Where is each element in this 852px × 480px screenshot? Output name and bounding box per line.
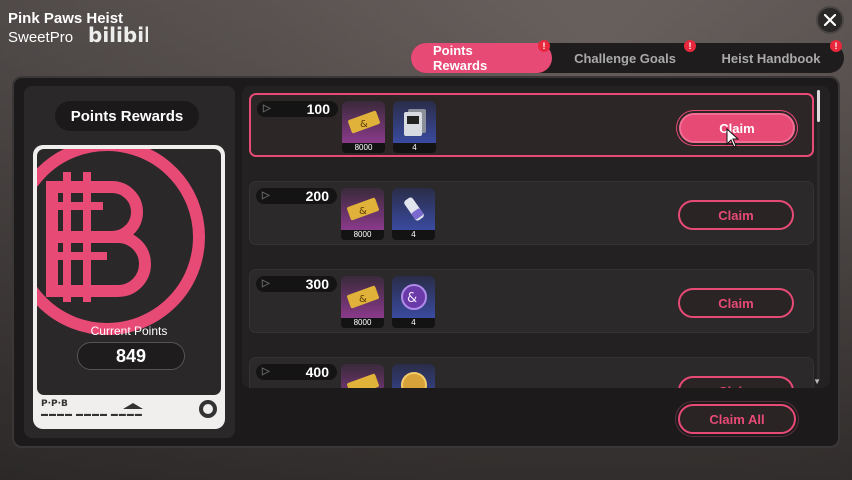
card-pack-icon <box>393 101 436 143</box>
reward-item[interactable]: & 4 <box>392 276 435 328</box>
svg-text:&: & <box>359 206 367 217</box>
card-face: Current Points 849 <box>37 149 221 395</box>
denny-ticket-icon <box>341 364 384 388</box>
event-subtitle: SweetPro <box>8 29 74 46</box>
tab-points-rewards[interactable]: Points Rewards ! <box>411 40 552 73</box>
denny-ticket-icon: & <box>341 276 384 318</box>
svg-text:bilibili: bilibili <box>88 23 148 47</box>
tube-material-icon <box>392 188 435 230</box>
card-brand: P·P·B <box>41 399 68 409</box>
denny-ticket-icon: & <box>341 188 384 230</box>
scrollbar[interactable] <box>817 90 820 380</box>
bilibili-watermark-logo: bilibili <box>88 23 148 47</box>
reward-row: ▷ 300 & 8000 & 4 Claim <box>249 269 814 333</box>
mouse-cursor-icon <box>726 128 740 148</box>
tab-label: Points Rewards <box>433 43 488 73</box>
svg-text:&: & <box>359 294 367 305</box>
item-quantity: 8000 <box>342 143 385 153</box>
svg-text:&: & <box>407 291 417 306</box>
claim-all-button[interactable]: Claim All <box>678 404 796 434</box>
item-quantity: 4 <box>393 143 436 153</box>
close-icon <box>824 14 836 26</box>
tab-label: Heist Handbook <box>721 50 821 66</box>
points-value: 100 <box>306 101 330 117</box>
points-threshold: ▷ 100 <box>257 101 338 117</box>
claim-button[interactable]: Claim <box>678 288 794 318</box>
denny-ticket-icon: & <box>342 101 385 143</box>
tab-bar: Points Rewards ! Challenge Goals ! Heist… <box>411 40 844 73</box>
gold-coin-icon <box>392 364 435 388</box>
heist-logo-icon <box>37 149 205 335</box>
scroll-down-icon[interactable]: ▼ <box>813 377 821 386</box>
tab-label: Challenge Goals <box>574 50 676 66</box>
card-code: ▬▬▬▬ ▬▬▬▬ ▬▬▬▬ <box>41 411 143 418</box>
claim-button[interactable]: Claim <box>678 200 794 230</box>
tab-heist-handbook[interactable]: Heist Handbook ! <box>698 40 844 73</box>
item-quantity: 4 <box>392 318 435 328</box>
reward-item[interactable] <box>392 364 435 388</box>
tab-challenge-goals[interactable]: Challenge Goals ! <box>552 40 698 73</box>
points-panel: Points Rewards Current Points 849 P·P·B … <box>24 86 235 438</box>
chevron-icon: ▷ <box>262 366 270 377</box>
svg-text:&: & <box>360 119 368 130</box>
alert-badge: ! <box>830 40 842 52</box>
reward-item[interactable]: & 8000 <box>341 188 384 240</box>
ring-icon <box>199 400 217 418</box>
item-quantity: 8000 <box>341 230 384 240</box>
chevron-icon: ▷ <box>262 278 270 289</box>
purple-coin-icon: & <box>392 276 435 318</box>
alert-badge: ! <box>538 40 550 52</box>
points-value: 400 <box>305 364 329 380</box>
current-points-label: Current Points <box>90 324 168 338</box>
reward-item[interactable]: & 8000 <box>341 276 384 328</box>
triangle-icon <box>123 403 143 409</box>
reward-item[interactable]: 4 <box>393 101 436 153</box>
points-threshold: ▷ 400 <box>256 364 337 380</box>
points-value: 200 <box>305 188 329 204</box>
panel-title: Points Rewards <box>55 101 199 131</box>
reward-item[interactable]: 4 <box>392 188 435 240</box>
claim-button[interactable]: Claim <box>678 376 794 388</box>
reward-item[interactable]: & 8000 <box>342 101 385 153</box>
reward-row: ▷ 200 & 8000 4 Claim <box>249 181 814 245</box>
points-value: 300 <box>305 276 329 292</box>
scrollbar-thumb[interactable] <box>817 90 820 122</box>
chevron-icon: ▷ <box>262 190 270 201</box>
reward-item[interactable] <box>341 364 384 388</box>
points-threshold: ▷ 300 <box>256 276 337 292</box>
reward-row: ▷ 400 Claim <box>249 357 814 388</box>
rewards-list[interactable]: ▷ 100 & 8000 4 Claim ▷ 200 & 8000 4 Clai… <box>242 86 830 388</box>
points-card: Current Points 849 P·P·B ▬▬▬▬ ▬▬▬▬ ▬▬▬▬ <box>33 145 225 429</box>
chevron-icon: ▷ <box>263 103 271 114</box>
points-threshold: ▷ 200 <box>256 188 337 204</box>
item-quantity: 4 <box>392 230 435 240</box>
close-button[interactable] <box>816 6 844 34</box>
card-footer: P·P·B ▬▬▬▬ ▬▬▬▬ ▬▬▬▬ <box>37 395 221 425</box>
item-quantity: 8000 <box>341 318 384 328</box>
alert-badge: ! <box>684 40 696 52</box>
current-points-value: 849 <box>77 342 185 370</box>
